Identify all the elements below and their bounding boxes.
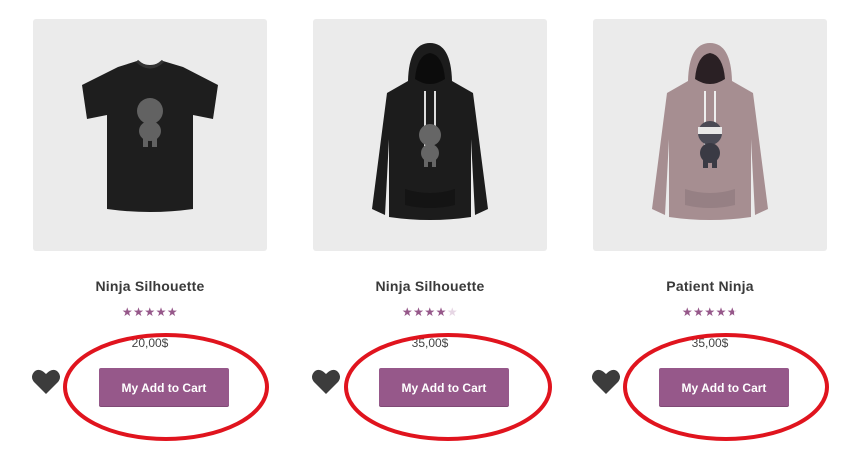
product-image-hoodie[interactable] xyxy=(593,19,827,251)
star-rating: ★★★★★ ★★★★★ xyxy=(681,305,739,319)
heart-icon[interactable] xyxy=(31,368,61,396)
product-price: 20,00$ xyxy=(131,336,169,350)
heart-icon[interactable] xyxy=(591,368,621,396)
product-card: Ninja Silhouette ★★★★★ ★★★★★ 35,00$ My A… xyxy=(311,0,547,450)
star-rating: ★★★★★ ★★★★★ xyxy=(401,305,459,319)
product-price: 35,00$ xyxy=(411,336,449,350)
heart-icon[interactable] xyxy=(311,368,341,396)
product-rating: ★★★★★ ★★★★★ xyxy=(593,305,827,319)
mauve-hoodie-image xyxy=(652,43,768,220)
product-title[interactable]: Patient Ninja xyxy=(593,278,827,294)
product-image-hoodie[interactable] xyxy=(313,19,547,251)
product-rating: ★★★★★ ★★★★★ xyxy=(33,305,267,319)
add-to-cart-button[interactable]: My Add to Cart xyxy=(379,368,509,407)
product-card: Patient Ninja ★★★★★ ★★★★★ 35,00$ My Add … xyxy=(591,0,827,450)
product-title[interactable]: Ninja Silhouette xyxy=(313,278,547,294)
black-tshirt-image xyxy=(82,59,218,212)
product-price: 35,00$ xyxy=(691,336,729,350)
product-card: Ninja Silhouette ★★★★★ ★★★★★ 20,00$ My A… xyxy=(31,0,267,450)
add-to-cart-button[interactable]: My Add to Cart xyxy=(659,368,789,407)
product-rating: ★★★★★ ★★★★★ xyxy=(313,305,547,319)
black-hoodie-image xyxy=(372,43,488,220)
add-to-cart-button[interactable]: My Add to Cart xyxy=(99,368,229,407)
product-title[interactable]: Ninja Silhouette xyxy=(33,278,267,294)
product-image-tshirt[interactable] xyxy=(33,19,267,251)
star-rating: ★★★★★ ★★★★★ xyxy=(121,305,179,319)
